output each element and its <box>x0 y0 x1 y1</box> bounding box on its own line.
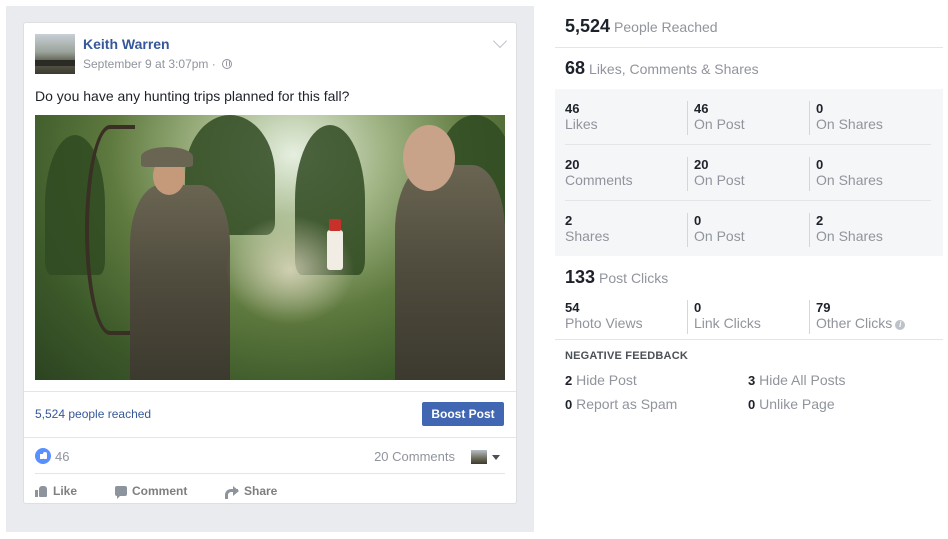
likes-on-post: 46 On Post <box>687 101 745 135</box>
post-insights-panel: 5,524 People Reached 68 Likes, Comments & … <box>555 0 943 539</box>
shares-total: 2 Shares <box>565 213 610 244</box>
timestamp-text: September 9 at 3:07pm · <box>83 57 216 71</box>
shares-on-shares: 2 On Shares <box>809 213 883 247</box>
post-header: Keith Warren September 9 at 3:07pm · <box>35 33 508 78</box>
comments-on-shares: 0 On Shares <box>809 157 883 191</box>
comments-row: 20 Comments 20 On Post 0 On Shares <box>555 145 943 201</box>
photo-views: 54 Photo Views <box>565 300 643 331</box>
share-label: Share <box>244 484 278 498</box>
dropdown-caret-icon[interactable] <box>492 455 500 460</box>
like-button[interactable]: Like <box>35 483 77 499</box>
boost-post-button[interactable]: Boost Post <box>422 402 504 426</box>
author-name[interactable]: Keith Warren <box>83 36 170 52</box>
shares-row: 2 Shares 0 On Post 2 On Shares <box>555 201 943 257</box>
other-clicks: 79 Other Clicks i <box>809 300 906 334</box>
author-avatar[interactable] <box>35 34 75 74</box>
post-clicks-summary: 133 Post Clicks <box>565 267 668 288</box>
post-clicks-value: 133 <box>565 267 596 287</box>
link-clicks: 0 Link Clicks <box>687 300 761 334</box>
like-badge-icon <box>35 448 51 464</box>
globe-icon <box>222 59 233 69</box>
comment-label: Comment <box>132 484 188 498</box>
reaction-summary: 46 20 Comments <box>35 447 505 467</box>
people-reached-summary: 5,524 People Reached <box>565 16 718 37</box>
report-spam-stat: 0 Report as Spam <box>565 396 678 412</box>
post-preview-panel: Keith Warren September 9 at 3:07pm · Do … <box>6 6 534 532</box>
engagement-summary: 68 Likes, Comments & Shares <box>565 58 759 79</box>
comment-button[interactable]: Comment <box>115 483 187 499</box>
unlike-page-stat: 0 Unlike Page <box>748 396 835 412</box>
comments-total: 20 Comments <box>565 157 633 188</box>
likes-total: 46 Likes <box>565 101 598 132</box>
share-icon <box>225 486 239 499</box>
share-button[interactable]: Share <box>225 483 277 499</box>
engagement-value: 68 <box>565 58 586 78</box>
chevron-down-icon[interactable] <box>492 33 508 49</box>
engagement-label: Likes, Comments & Shares <box>589 61 759 77</box>
people-reached-value: 5,524 <box>565 16 611 36</box>
info-icon[interactable]: i <box>895 320 906 330</box>
thumb-icon <box>35 485 48 497</box>
hide-all-posts-stat: 3 Hide All Posts <box>748 372 846 388</box>
likes-row: 46 Likes 46 On Post 0 On Shares <box>555 89 943 145</box>
engagement-breakdown: 46 Likes 46 On Post 0 On Shares 20 Comments … <box>555 89 943 256</box>
post-clicks-breakdown: 54 Photo Views 0 Link Clicks 79 Other Click… <box>555 288 943 344</box>
post-photo[interactable] <box>35 115 505 380</box>
hide-post-stat: 2 Hide Post <box>565 372 637 388</box>
post-clicks-label: Post Clicks <box>599 270 669 286</box>
comments-count[interactable]: 20 Comments <box>374 449 455 464</box>
comment-icon <box>115 486 127 499</box>
page-avatar-icon[interactable] <box>471 450 487 464</box>
shares-on-post: 0 On Post <box>687 213 745 247</box>
people-reached-label: People Reached <box>614 19 718 35</box>
likes-count[interactable]: 46 <box>55 449 69 464</box>
post-card: Keith Warren September 9 at 3:07pm · Do … <box>23 22 517 504</box>
post-timestamp[interactable]: September 9 at 3:07pm · <box>83 57 233 71</box>
negative-feedback-title: NEGATIVE FEEDBACK <box>565 350 688 362</box>
post-actions: Like Comment Share <box>35 481 505 501</box>
like-label: Like <box>53 484 78 498</box>
people-reached-link[interactable]: 5,524 people reached <box>35 407 151 421</box>
likes-on-shares: 0 On Shares <box>809 101 883 135</box>
post-text: Do you have any hunting trips planned fo… <box>35 88 350 104</box>
comments-on-post: 20 On Post <box>687 157 745 191</box>
